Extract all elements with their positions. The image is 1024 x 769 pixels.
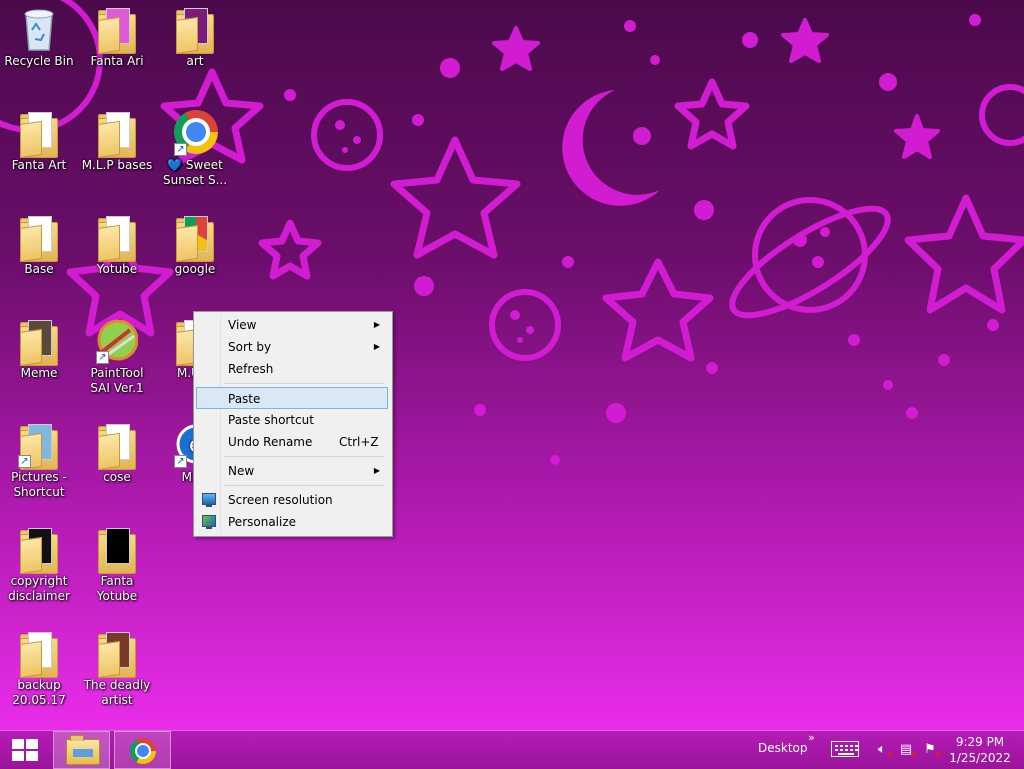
folder-icon (174, 6, 216, 54)
desktop-icon-meme[interactable]: Meme (0, 314, 78, 414)
desktop-icon-label: Meme (20, 366, 58, 380)
menu-item-label: Personalize (228, 515, 297, 529)
folder-icon (18, 630, 60, 678)
menu-item-label: New (228, 464, 255, 478)
desktop-icon-fanta-ari[interactable]: Fanta Ari (78, 2, 156, 102)
personalize-icon (202, 515, 216, 529)
volume-muted-icon[interactable]: 🔈︎ x (874, 742, 893, 760)
desktop-icon-label: Fanta Ari (90, 54, 144, 68)
desktop-icon-google[interactable]: google (156, 210, 234, 310)
menu-separator (224, 456, 384, 457)
desktop-icon-label: PaintTool SAI Ver.1 (90, 366, 144, 395)
folder-icon (18, 318, 60, 366)
desktop-icon-label: 💙 Sweet Sunset S... (162, 158, 228, 187)
toolbar-chevron-icon[interactable]: » (808, 731, 815, 744)
desktop-icon-label: Base (24, 262, 54, 276)
desktop-icon-recycle-bin[interactable]: Recycle Bin (0, 2, 78, 102)
folder-icon (96, 6, 138, 54)
taskbar-clock[interactable]: 9:29 PM 1/25/2022 (942, 734, 1018, 766)
desktop-icon-painttool-sai[interactable]: ↗ PaintTool SAI Ver.1 (78, 314, 156, 414)
menu-separator (224, 485, 384, 486)
start-button[interactable] (0, 731, 48, 769)
desktop-icon-label: Fanta Yotube (96, 574, 138, 603)
file-explorer-icon (66, 735, 100, 765)
desktop-icon-sweet-sunset[interactable]: ↗ 💙 Sweet Sunset S... (156, 106, 234, 206)
desktop-toolbar-label[interactable]: Desktop (758, 741, 808, 755)
desktop-icon-label: google (174, 262, 216, 276)
folder-icon (96, 110, 138, 158)
desktop-icon-backup[interactable]: backup 20.05.17 (0, 626, 78, 726)
desktop-icon-label: copyright disclaimer (8, 574, 70, 603)
menu-item-label: Screen resolution (228, 493, 333, 507)
windows-logo-icon (12, 739, 38, 761)
desktop-icon-pictures-shortcut[interactable]: ↗ Pictures - Shortcut (0, 418, 78, 518)
desktop-icon-yotube[interactable]: Yotube (78, 210, 156, 310)
desktop-icon-fanta-art[interactable]: Fanta Art (0, 106, 78, 206)
network-icon[interactable]: ▤ x (898, 742, 917, 760)
shortcut-arrow-icon: ↗ (18, 455, 31, 468)
shortcut-arrow-icon: ↗ (174, 143, 187, 156)
desktop-icon-mlp-bases[interactable]: M.L.P bases (78, 106, 156, 206)
taskbar-file-explorer[interactable] (53, 731, 110, 769)
chrome-icon (130, 738, 156, 764)
menu-item-shortcut: Ctrl+Z (339, 435, 379, 449)
menu-item-view[interactable]: View ▶ (196, 314, 388, 336)
submenu-arrow-icon: ▶ (373, 342, 380, 351)
desktop-icon-fanta-yotube[interactable]: Fanta Yotube (78, 522, 156, 622)
clock-time: 9:29 PM (955, 735, 1005, 749)
menu-item-label: Paste shortcut (228, 413, 314, 427)
desktop-icon-base[interactable]: Base (0, 210, 78, 310)
menu-item-undo-rename[interactable]: Undo Rename Ctrl+Z (196, 431, 388, 453)
menu-item-screen-resolution[interactable]: Screen resolution (196, 489, 388, 511)
menu-item-refresh[interactable]: Refresh (196, 358, 388, 380)
folder-icon (18, 214, 60, 262)
touch-keyboard-icon[interactable] (831, 741, 859, 757)
menu-item-paste[interactable]: Paste (196, 387, 388, 409)
taskbar-chrome[interactable] (114, 731, 171, 769)
folder-icon (96, 526, 138, 574)
desktop-icon-label: cose (103, 470, 131, 484)
desktop-icon-the-deadly-artist[interactable]: The deadly artist (78, 626, 156, 726)
menu-item-label: Paste (228, 392, 261, 406)
shortcut-arrow-icon: ↗ (174, 455, 187, 468)
menu-item-label: View (228, 318, 257, 332)
menu-item-new[interactable]: New ▶ (196, 460, 388, 482)
menu-item-label: Sort by (228, 340, 272, 354)
desktop-icon-label: Pictures - Shortcut (11, 470, 67, 499)
menu-item-sort-by[interactable]: Sort by ▶ (196, 336, 388, 358)
menu-item-label: Undo Rename (228, 435, 313, 449)
desktop-icon-copyright-disclaimer[interactable]: copyright disclaimer (0, 522, 78, 622)
folder-icon (18, 110, 60, 158)
desktop-icon-label: Recycle Bin (4, 54, 74, 68)
desktop-icon-label: art (186, 54, 204, 68)
desktop-icon-label: backup 20.05.17 (12, 678, 66, 707)
desktop-icon-label: Fanta Art (11, 158, 67, 172)
folder-icon (96, 630, 138, 678)
folder-icon (96, 422, 138, 470)
clock-date: 1/25/2022 (949, 751, 1011, 765)
folder-icon (96, 214, 138, 262)
painttool-sai-icon: ↗ (96, 318, 139, 364)
menu-separator (224, 383, 384, 384)
monitor-icon (202, 493, 216, 507)
menu-item-personalize[interactable]: Personalize (196, 511, 388, 533)
desktop-icon-label: The deadly artist (83, 678, 151, 707)
desktop-icon-label: M.L.P bases (81, 158, 153, 172)
recycle-bin-icon (18, 6, 60, 52)
desktop-icon-art[interactable]: art (156, 2, 234, 102)
desktop-icon-label: Yotube (96, 262, 138, 276)
submenu-arrow-icon: ▶ (373, 320, 380, 329)
taskbar: Desktop » 🔈︎ x ▤ x ⚑ x 9:29 PM 1/25/2022 (0, 730, 1024, 769)
menu-item-label: Refresh (228, 362, 274, 376)
submenu-arrow-icon: ▶ (373, 466, 380, 475)
chrome-icon: ↗ (174, 110, 218, 156)
action-center-flag-icon[interactable]: ⚑ x (922, 742, 941, 760)
pictures-shortcut-icon: ↗ (18, 422, 60, 470)
folder-icon (18, 526, 60, 574)
folder-icon (174, 214, 216, 262)
menu-item-paste-shortcut[interactable]: Paste shortcut (196, 409, 388, 431)
desktop-icon-cose[interactable]: cose (78, 418, 156, 518)
shortcut-arrow-icon: ↗ (96, 351, 109, 364)
desktop-context-menu: View ▶ Sort by ▶ Refresh Paste Paste sho… (193, 311, 393, 537)
